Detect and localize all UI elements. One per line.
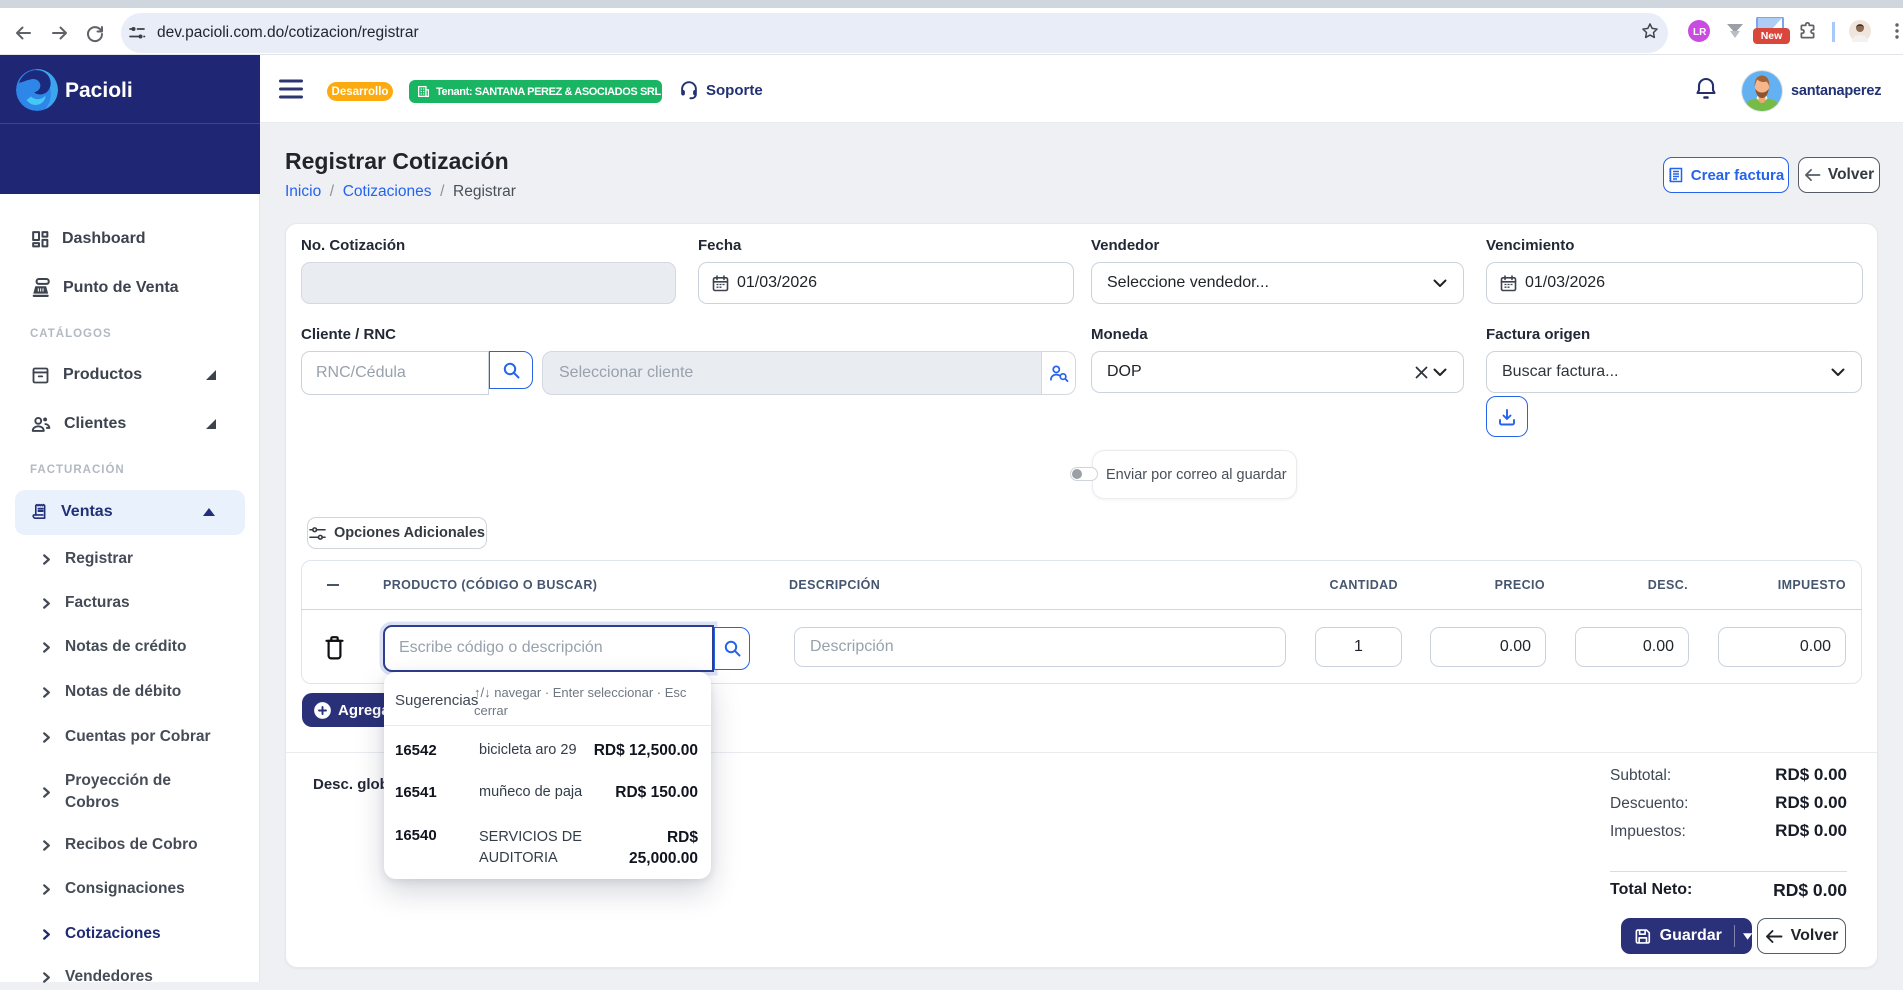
- svg-text:LR: LR: [1693, 27, 1707, 38]
